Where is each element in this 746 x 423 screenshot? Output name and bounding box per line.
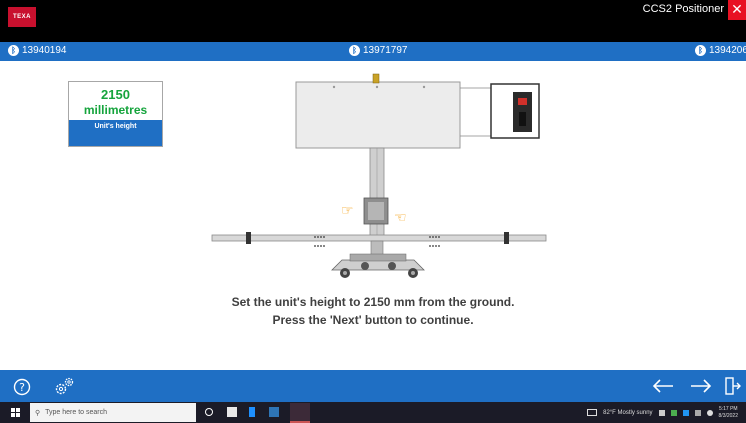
taskbar-active-app-icon[interactable] bbox=[290, 403, 310, 423]
tray-icon[interactable] bbox=[670, 409, 677, 416]
window-title: CCS2 Positioner bbox=[642, 3, 724, 15]
unit-height-card: 2150 millimetres Unit's height bbox=[68, 81, 163, 147]
settings-gears-icon[interactable] bbox=[54, 376, 76, 396]
svg-text:?: ? bbox=[19, 381, 25, 394]
help-icon[interactable]: ? bbox=[13, 378, 31, 396]
taskbar-search-box[interactable]: ⚲ Type here to search bbox=[30, 403, 196, 422]
positioner-illustration: ☞ ☜ bbox=[211, 73, 547, 278]
wheel-icon bbox=[388, 262, 396, 270]
instruction-line-2: Press the 'Next' button to continue. bbox=[272, 313, 474, 327]
hand-right-icon: ☜ bbox=[394, 210, 407, 226]
app-window: TEXA CCS2 Positioner ✕ ᛒ 13940194 ᛒ 1397… bbox=[0, 0, 746, 423]
device-bar: ᛒ 13940194 ᛒ 13971797 ᛒ 13942068 bbox=[0, 42, 746, 61]
device-id: 13940194 bbox=[22, 45, 67, 56]
bluetooth-icon: ᛒ bbox=[8, 45, 19, 56]
taskbar-app-icon[interactable] bbox=[269, 407, 279, 417]
hand-left-icon: ☞ bbox=[341, 203, 354, 219]
weather-icon bbox=[587, 409, 598, 416]
clock-time: 5:17 PM bbox=[718, 405, 738, 412]
taskbar-clock[interactable]: 5:17 PM 8/3/2022 bbox=[719, 406, 738, 420]
height-label: Unit's height bbox=[69, 120, 162, 146]
tray-icon[interactable] bbox=[706, 409, 713, 416]
device-3: ᛒ 13942068 bbox=[695, 45, 746, 56]
target-panel bbox=[295, 81, 461, 149]
taskbar-app-icon[interactable] bbox=[249, 407, 255, 417]
bluetooth-icon: ᛒ bbox=[349, 45, 360, 56]
cortana-icon[interactable] bbox=[205, 408, 213, 416]
windows-taskbar: ⚲ Type here to search 82°F Mostly sunny … bbox=[0, 402, 746, 423]
device-1: ᛒ 13940194 bbox=[8, 45, 67, 56]
arrow-left-icon[interactable] bbox=[652, 379, 674, 393]
taskbar-app-icon[interactable] bbox=[227, 407, 237, 417]
height-value: 2150 bbox=[101, 87, 130, 102]
instruction-line-1: Set the unit's height to 2150 mm from th… bbox=[231, 295, 515, 309]
tray-icon[interactable] bbox=[682, 409, 689, 416]
wheel-icon bbox=[361, 262, 369, 270]
system-tray: 82°F Mostly sunny 5:17 PM 8/3/2022 bbox=[587, 402, 738, 423]
arrow-right-icon[interactable] bbox=[690, 379, 712, 393]
search-placeholder: Type here to search bbox=[45, 409, 108, 416]
bluetooth-icon: ᛒ bbox=[695, 45, 706, 56]
tray-icon[interactable] bbox=[658, 409, 665, 416]
windows-start-icon[interactable] bbox=[11, 408, 20, 417]
clock-date: 8/3/2022 bbox=[718, 412, 738, 419]
device-id: 13942068 bbox=[709, 45, 746, 56]
texa-logo: TEXA bbox=[8, 7, 36, 27]
bottom-toolbar: ? bbox=[0, 370, 746, 402]
device-2: ᛒ 13971797 bbox=[349, 45, 408, 56]
tray-icon[interactable] bbox=[694, 409, 701, 416]
title-bar: TEXA CCS2 Positioner ✕ bbox=[0, 0, 746, 42]
close-button[interactable]: ✕ bbox=[728, 0, 746, 20]
exit-door-icon[interactable] bbox=[725, 377, 741, 395]
search-icon: ⚲ bbox=[35, 409, 41, 417]
device-id: 13971797 bbox=[363, 45, 408, 56]
horizontal-bar bbox=[211, 234, 547, 242]
panel-knob bbox=[372, 73, 380, 84]
weather-text: 82°F Mostly sunny bbox=[603, 409, 653, 416]
height-unit: millimetres bbox=[83, 103, 148, 117]
